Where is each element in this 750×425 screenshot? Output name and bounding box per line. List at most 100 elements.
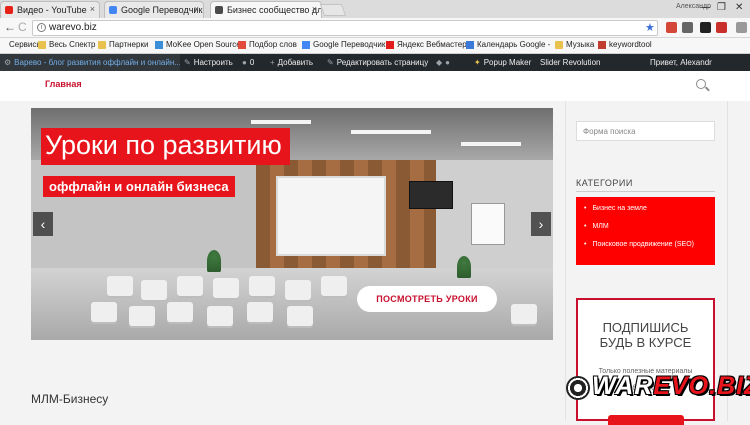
chair-image [285, 280, 311, 300]
admin-plugin-icons[interactable]: ◆ ● [436, 58, 453, 67]
close-tab-icon[interactable]: × [312, 4, 317, 14]
extension-icon[interactable] [716, 22, 727, 33]
admin-popup-maker[interactable]: ✦ Popup Maker [474, 58, 531, 67]
close-tab-icon[interactable]: × [194, 4, 199, 14]
menu-icon[interactable] [736, 22, 747, 33]
bookmark-label: Музыка [566, 40, 595, 49]
category-link[interactable]: Поисковое продвижение (SEO) [584, 241, 715, 248]
popup-icon: ✦ [474, 58, 481, 67]
admin-user-greeting[interactable]: Привет, Alexandr [650, 58, 712, 67]
chair-image [129, 306, 155, 326]
url-text[interactable]: warevo.biz [49, 22, 97, 33]
tab-youtube[interactable]: Видео - YouTube × [0, 1, 100, 18]
bookmark-google-translate[interactable]: Google Переводчик [302, 40, 385, 49]
bookmark-label: Весь Спектр [49, 40, 96, 49]
category-link[interactable]: Бизнес на земле [584, 205, 715, 212]
hero-slider[interactable]: Уроки по развитию оффлайн и онлайн бизне… [31, 108, 553, 340]
minimize-icon[interactable]: — [700, 2, 710, 13]
chair-image [177, 276, 203, 296]
hero-title: Уроки по развитию [41, 128, 290, 165]
subscribe-button[interactable] [608, 415, 684, 425]
admin-greeting-label: Привет, Alexandr [650, 58, 712, 67]
nav-home-link[interactable]: Главная [45, 79, 82, 89]
bookmark-services[interactable]: Сервисы [0, 40, 42, 49]
extension-icon[interactable] [682, 22, 693, 33]
bookmark-label: Партнерки [109, 40, 149, 49]
admin-comments[interactable]: ● 0 [242, 58, 254, 67]
tab-label: Видео - YouTube [17, 5, 87, 15]
plant-image [207, 250, 221, 272]
flipchart [471, 203, 505, 245]
close-window-icon[interactable]: ✕ [735, 2, 743, 13]
new-tab-button[interactable] [319, 4, 347, 16]
slider-next-icon[interactable]: › [531, 212, 551, 236]
key-icon [598, 41, 606, 49]
admin-customize-label: Настроить [193, 58, 233, 67]
close-tab-icon[interactable]: × [90, 4, 95, 14]
slider-prev-icon[interactable]: ‹ [33, 212, 53, 236]
shield-icon: ◆ [436, 58, 443, 67]
bookmark-google-calendar[interactable]: Календарь Google - [466, 40, 550, 49]
bookmark-music[interactable]: Музыка [555, 40, 594, 49]
folder-icon [555, 41, 563, 49]
bookmark-label: Google Переводчик [313, 40, 386, 49]
bookmark-label: Календарь Google - [477, 40, 551, 49]
chair-image [213, 278, 239, 298]
tab-warevo[interactable]: Бизнес сообщество для × [210, 1, 322, 18]
yandex-icon [386, 41, 394, 49]
bookmark-ves-spektr[interactable]: Весь Спектр [38, 40, 95, 49]
tab-google-translate[interactable]: Google Переводчик × [104, 1, 204, 18]
subscribe-heading: ПОДПИШИСЬ БУДЬ В КУРСЕ [578, 320, 713, 350]
watermark-text: WAREVO.BIZ [592, 372, 750, 401]
admin-slider-revolution[interactable]: Slider Revolution [540, 58, 600, 67]
bookmark-label: Подбор слов [249, 40, 297, 49]
admin-slider-label: Slider Revolution [540, 58, 601, 67]
bookmark-star-icon[interactable]: ★ [645, 21, 655, 34]
back-arrow-icon[interactable]: ← [4, 20, 16, 34]
chair-image [511, 304, 537, 324]
watermark-text-part: EVO.BIZ [653, 372, 750, 400]
admin-customize[interactable]: ✎ Настроить [184, 58, 233, 67]
extension-icon[interactable] [700, 22, 711, 33]
bookmark-yandex-webmaster[interactable]: Яндекс Вебмастер [386, 40, 467, 49]
ceiling-light [461, 142, 521, 146]
chart-icon [238, 41, 246, 49]
maximize-icon[interactable]: ❐ [717, 2, 726, 13]
chair-image [141, 280, 167, 300]
youtube-favicon-icon [5, 6, 13, 14]
chair-image [167, 302, 193, 322]
categories-list: Бизнес на земле МЛМ Поисковое продвижени… [576, 197, 715, 265]
gmail-extension-icon[interactable] [666, 22, 677, 33]
watermark-text-part: WAR [592, 372, 654, 400]
bookmark-keywordtool[interactable]: keywordtool [598, 40, 652, 49]
comment-icon: ● [242, 58, 247, 67]
reload-icon[interactable]: C [18, 20, 27, 34]
admin-add-new[interactable]: + Добавить [270, 58, 313, 67]
chair-image [207, 306, 233, 326]
admin-edit-page[interactable]: ✎ Редактировать страницу [327, 58, 428, 67]
admin-add-label: Добавить [277, 58, 314, 67]
tab-label: Google Переводчик [121, 5, 203, 15]
bookmark-podbor-slov[interactable]: Подбор слов [238, 40, 297, 49]
status-dot-icon: ● [445, 58, 450, 67]
tab-label: Бизнес сообщество для [227, 5, 322, 15]
ceiling-light [251, 120, 311, 124]
ceiling-light [351, 130, 431, 134]
gear-icon [566, 376, 590, 400]
subscribe-heading-line: БУДЬ В КУРСЕ [599, 335, 692, 350]
address-bar[interactable]: i warevo.biz [32, 20, 658, 36]
calendar-icon [466, 41, 474, 49]
translate-icon [302, 41, 310, 49]
bookmark-label: MoKee Open Source [166, 40, 241, 49]
search-icon[interactable] [696, 79, 706, 89]
translate-favicon-icon [109, 6, 117, 14]
bookmark-partnerki[interactable]: Партнерки [98, 40, 148, 49]
page-favicon-icon [215, 6, 223, 14]
category-link[interactable]: МЛМ [584, 223, 715, 230]
sidebar-search-input[interactable]: Форма поиска [576, 121, 715, 141]
chair-image [321, 276, 347, 296]
bookmark-mokee[interactable]: MoKee Open Source [155, 40, 241, 49]
info-icon[interactable]: i [37, 23, 46, 32]
view-lessons-button[interactable]: ПОСМОТРЕТЬ УРОКИ [357, 286, 497, 312]
admin-site-name[interactable]: ⚙ Варево - блог развития оффлайн и онлайн… [0, 54, 180, 71]
